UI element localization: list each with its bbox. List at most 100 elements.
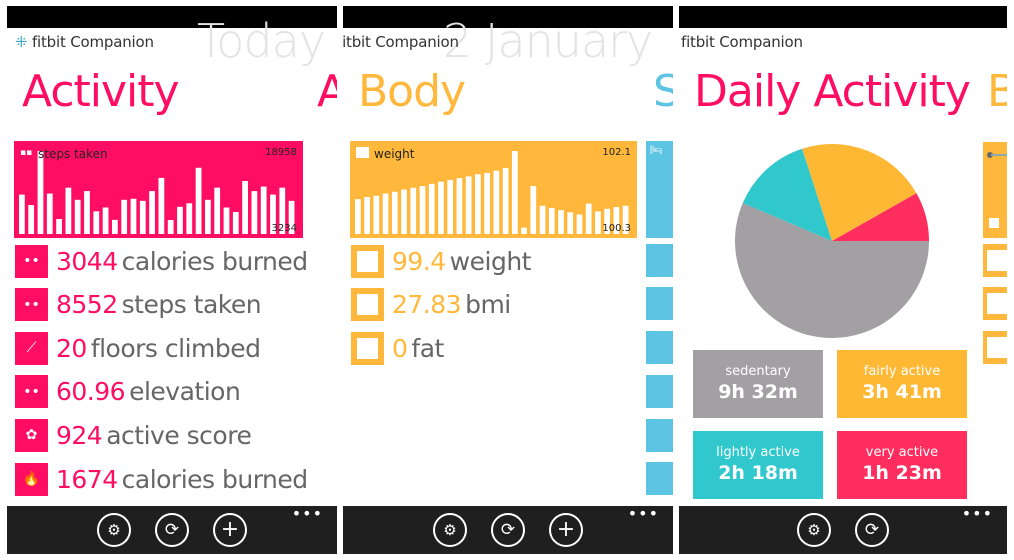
list-item[interactable]: •• 60.96 elevation (15, 375, 241, 409)
chart-bar (130, 198, 137, 234)
body-row-peek[interactable] (983, 331, 1007, 364)
chart-bar (438, 181, 444, 234)
chart-bar (410, 187, 417, 234)
list-item[interactable]: ✿ 924 active score (15, 418, 252, 452)
sync-button[interactable]: ⟳ (855, 513, 889, 547)
chart-max-label: 102.1 (602, 147, 631, 158)
sleep-row-peek[interactable] (646, 375, 673, 408)
sleep-row-peek[interactable] (646, 419, 673, 452)
chart-bar (65, 187, 72, 234)
more-button[interactable]: ••• (292, 504, 323, 523)
panorama-background-title: Today (197, 14, 326, 68)
stat-tile-sedentary[interactable]: sedentary 9h 32m (693, 350, 823, 418)
weight-chart-tile[interactable]: weight 102.1 100.3 (350, 141, 637, 238)
more-button[interactable]: ••• (628, 504, 659, 523)
stat-value: 3h 41m (862, 381, 942, 403)
chart-bar (401, 189, 407, 234)
chart-bar (447, 179, 454, 234)
next-page-title-peek[interactable]: S (653, 66, 673, 117)
chart-bar (84, 191, 90, 234)
add-button[interactable]: + (549, 513, 583, 547)
chart-bar (428, 183, 435, 234)
stat-tile-very-active[interactable]: very active 1h 23m (837, 431, 967, 499)
row-label: steps taken (121, 290, 262, 320)
body-screen: 2 January fitbit Companion Body S weight… (343, 6, 673, 554)
page-title: Daily Activity (694, 66, 971, 117)
app-bar: ⚙ ⟳ ••• (679, 504, 1007, 554)
next-page-title-peek[interactable]: A (317, 66, 337, 117)
add-button[interactable]: + (213, 513, 247, 547)
row-label: bmi (465, 290, 511, 320)
chart-bar (576, 214, 583, 234)
chart-bar (475, 174, 481, 234)
scale-icon (351, 244, 384, 278)
sleep-row-peek[interactable] (646, 244, 673, 277)
chart-bar (511, 151, 518, 234)
chart-label: steps taken (38, 147, 108, 161)
chart-bar (484, 172, 490, 234)
chart-bar (260, 186, 267, 234)
next-page-title-peek[interactable]: B (987, 66, 1007, 117)
chart-bar (56, 219, 62, 234)
sleep-row-peek[interactable] (646, 462, 673, 495)
list-item[interactable]: 0 fat (351, 331, 444, 365)
sleep-chart-peek[interactable]: 🛏 (646, 141, 673, 238)
row-label: weight (449, 246, 532, 276)
chart-bar (242, 181, 248, 234)
chart-bar (493, 170, 500, 234)
chart-bar (19, 194, 25, 234)
chart-bar (205, 199, 211, 234)
row-label: elevation (129, 377, 241, 407)
sleep-row-peek[interactable] (646, 287, 673, 320)
chart-bar (158, 177, 165, 234)
chart-bar (364, 196, 370, 234)
chart-bar (186, 203, 193, 234)
stat-tile-lightly-active[interactable]: lightly active 2h 18m (693, 431, 823, 499)
body-chart-peek[interactable] (983, 142, 1007, 238)
list-item[interactable]: 🔥 1674 calories burned (15, 462, 308, 496)
chart-label: weight (374, 147, 415, 161)
stat-label: sedentary (725, 364, 791, 379)
list-item[interactable]: 27.83 bmi (351, 288, 511, 322)
sync-icon: ⟳ (864, 520, 880, 540)
steps-icon: •• (15, 244, 48, 278)
sync-button[interactable]: ⟳ (155, 513, 189, 547)
chart-bar (382, 193, 389, 234)
chart-bar (232, 212, 239, 234)
row-value: 0 (392, 333, 408, 363)
sync-button[interactable]: ⟳ (491, 513, 525, 547)
sleep-row-peek[interactable] (646, 331, 673, 364)
body-row-peek[interactable] (983, 244, 1007, 277)
settings-button[interactable]: ⚙ (433, 513, 467, 547)
app-title: ⁜ fitbit Companion (15, 33, 154, 51)
steps-icon: •• (15, 375, 48, 409)
chart-bar (521, 227, 527, 234)
daily-activity-screen: fitbit Companion Daily Activity B sedent… (679, 6, 1007, 554)
body-row-peek[interactable] (983, 287, 1007, 320)
steps-chart-tile[interactable]: ▪▪ steps taken 18958 3234 (14, 141, 303, 238)
chart-bar (139, 200, 146, 234)
chart-bar (548, 207, 555, 234)
flame-icon: 🔥 (15, 462, 48, 496)
list-item[interactable]: ⟋ 20 floors climbed (15, 331, 261, 365)
list-item[interactable]: •• 3044 calories burned (15, 244, 308, 278)
list-item[interactable]: •• 8552 steps taken (15, 288, 262, 322)
chart-bar (465, 176, 472, 234)
chart-bar (595, 211, 601, 234)
chart-bar (585, 203, 592, 234)
chart-bar (74, 199, 81, 234)
more-button[interactable]: ••• (962, 504, 993, 523)
status-bar (679, 6, 1007, 28)
stat-label: very active (865, 445, 939, 460)
list-item[interactable]: 99.4 weight (351, 244, 531, 278)
bed-icon: 🛏 (650, 145, 663, 156)
plus-icon: + (220, 517, 240, 542)
scale-icon (989, 218, 999, 228)
stat-tile-fairly-active[interactable]: fairly active 3h 41m (837, 350, 967, 418)
settings-button[interactable]: ⚙ (797, 513, 831, 547)
chart-min-label: 3234 (271, 223, 297, 234)
settings-button[interactable]: ⚙ (97, 513, 131, 547)
plus-icon: + (556, 517, 576, 542)
app-bar: ⚙ ⟳ + ••• (7, 504, 337, 554)
stat-value: 9h 32m (718, 381, 798, 403)
